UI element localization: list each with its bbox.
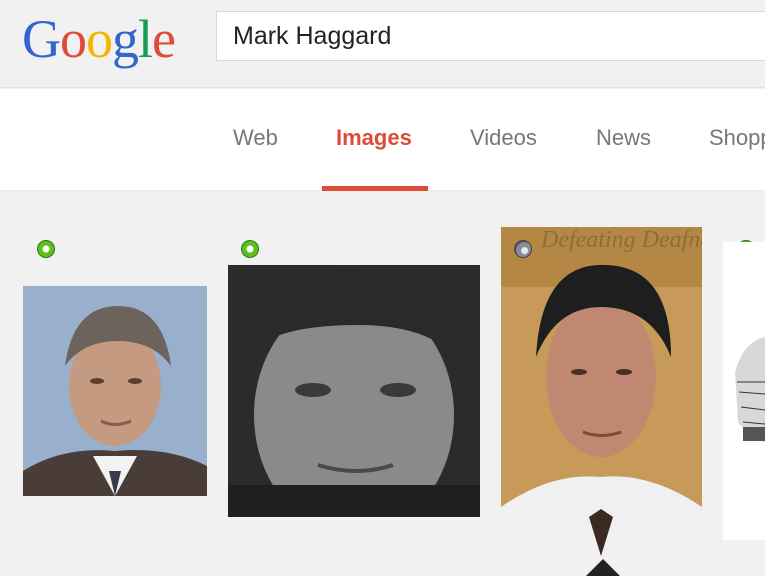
selected-result-pointer xyxy=(586,559,620,576)
tab-shopping[interactable]: Shopp xyxy=(709,125,765,151)
image-results-grid: Defeating Deafne xyxy=(0,192,765,576)
tab-images[interactable]: Images xyxy=(336,125,412,151)
active-tab-indicator xyxy=(322,186,428,191)
tab-web[interactable]: Web xyxy=(233,125,278,151)
image-result-2[interactable] xyxy=(228,265,480,517)
gray-circle-icon xyxy=(514,240,532,258)
google-logo[interactable]: Google xyxy=(22,6,176,72)
logo-letter: l xyxy=(138,9,153,69)
logo-letter: g xyxy=(112,9,139,69)
svg-text:Defeating Deafne: Defeating Deafne xyxy=(540,227,702,253)
green-circle-icon xyxy=(37,240,55,258)
search-tabs: Web Images Videos News Shopp xyxy=(0,89,765,191)
image-result-4[interactable] xyxy=(723,242,765,540)
logo-letter: G xyxy=(22,9,61,69)
image-result-1[interactable] xyxy=(23,286,207,496)
image-result-3[interactable]: Defeating Deafne xyxy=(501,227,702,556)
logo-letter: o xyxy=(86,9,113,69)
sketch-image xyxy=(723,242,765,540)
portrait-photo xyxy=(228,265,480,517)
logo-letter: o xyxy=(60,9,87,69)
tab-news[interactable]: News xyxy=(596,125,651,151)
green-circle-icon xyxy=(241,240,259,258)
tab-videos[interactable]: Videos xyxy=(470,125,537,151)
search-input[interactable]: Mark Haggard xyxy=(216,11,765,61)
header: Google Mark Haggard xyxy=(0,0,765,88)
portrait-photo xyxy=(23,286,207,496)
portrait-photo: Defeating Deafne xyxy=(501,227,702,556)
logo-letter: e xyxy=(152,9,176,69)
